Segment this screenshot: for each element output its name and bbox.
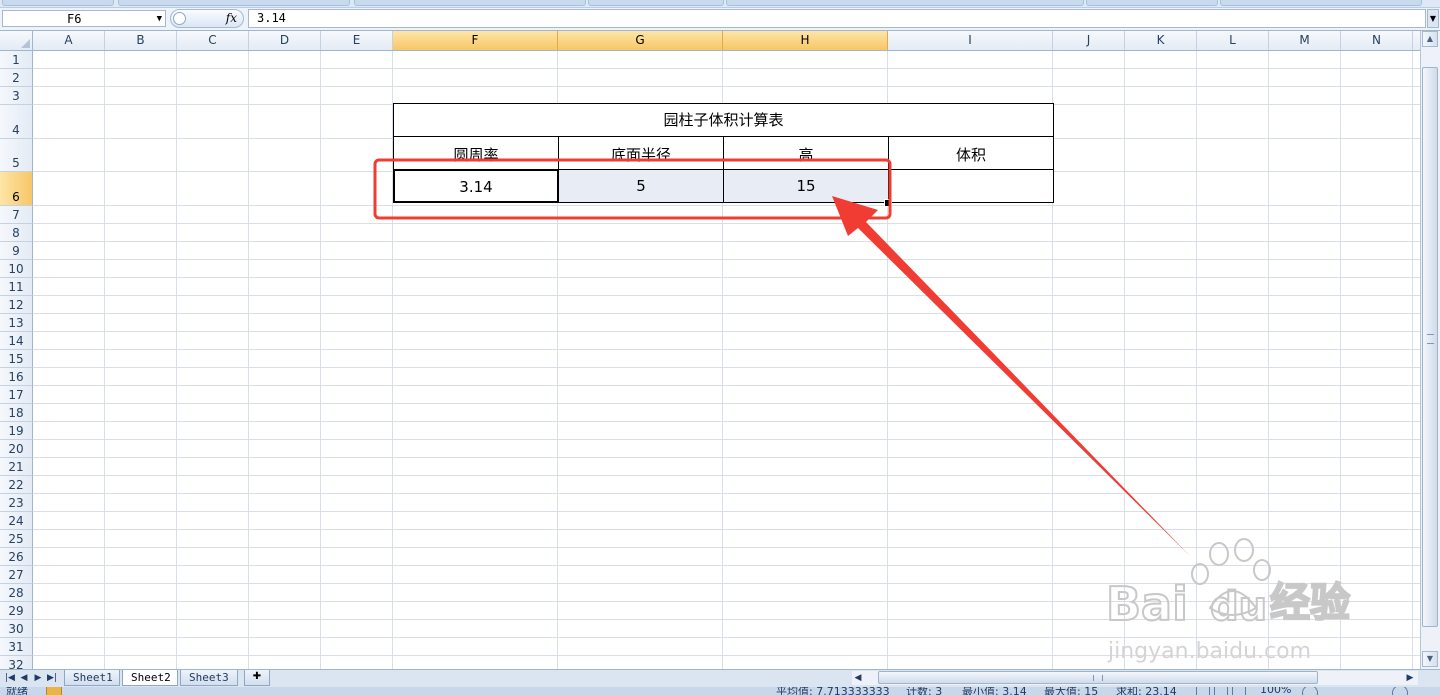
horizontal-scrollbar[interactable]: ◀ ▶ bbox=[852, 671, 1418, 685]
watermark-url: jingyan.baidu.com bbox=[1107, 639, 1311, 664]
page-layout-view-icon[interactable] bbox=[1214, 687, 1228, 695]
normal-view-icon[interactable] bbox=[1196, 687, 1210, 695]
status-min: 最小值: 3.14 bbox=[962, 687, 1027, 695]
insert-sheet-button[interactable]: ✚ bbox=[244, 670, 270, 686]
scroll-down-button[interactable]: ▼ bbox=[1422, 651, 1438, 667]
annotation-arrow bbox=[832, 196, 1190, 556]
sheet-tab-bar: |◀ ◀ ▶ ▶| Sheet1 Sheet2 Sheet3 ✚ ◀ ▶ bbox=[0, 669, 1440, 687]
grip-icon bbox=[1427, 334, 1434, 344]
last-sheet-icon[interactable]: ▶| bbox=[46, 672, 58, 684]
horizontal-scroll-thumb[interactable] bbox=[878, 671, 1318, 684]
status-count: 计数: 3 bbox=[906, 687, 943, 695]
next-sheet-icon[interactable]: ▶ bbox=[32, 672, 44, 684]
sheet-tab-sheet3[interactable]: Sheet3 bbox=[180, 670, 238, 686]
status-ready: 就绪 bbox=[6, 687, 28, 695]
status-bar: 就绪 平均值: 7.713333333 计数: 3 最小值: 3.14 最大值:… bbox=[0, 687, 1440, 695]
grip-icon bbox=[1093, 675, 1103, 681]
sheet-tab-sheet2[interactable]: Sheet2 bbox=[122, 670, 178, 686]
scroll-left-button[interactable]: ◀ bbox=[852, 672, 864, 684]
sheet-tab-sheet1[interactable]: Sheet1 bbox=[64, 670, 120, 686]
watermark-cn: 经验 bbox=[1270, 580, 1350, 626]
page-break-view-icon[interactable] bbox=[1232, 687, 1246, 695]
vertical-scrollbar[interactable]: ▲ ▼ bbox=[1420, 31, 1440, 669]
zoom-level[interactable]: 100% bbox=[1260, 687, 1291, 695]
vertical-scroll-thumb[interactable] bbox=[1422, 67, 1438, 627]
watermark-brand: Bai bbox=[1106, 577, 1188, 631]
watermark-brand-du: du bbox=[1210, 584, 1267, 630]
prev-sheet-icon[interactable]: ◀ bbox=[18, 672, 30, 684]
scroll-right-button[interactable]: ▶ bbox=[1404, 672, 1416, 684]
baidu-jingyan-watermark: Bai du 经验 jingyan.baidu.com bbox=[1105, 538, 1351, 664]
status-max: 最大值: 15 bbox=[1044, 687, 1099, 695]
first-sheet-icon[interactable]: |◀ bbox=[4, 672, 16, 684]
highlight-box bbox=[373, 158, 892, 220]
zoom-out-icon[interactable] bbox=[1302, 687, 1318, 695]
macro-record-icon[interactable] bbox=[46, 687, 62, 695]
status-sum: 求和: 23.14 bbox=[1116, 687, 1177, 695]
status-average: 平均值: 7.713333333 bbox=[776, 687, 890, 695]
scroll-up-button[interactable]: ▲ bbox=[1422, 31, 1438, 47]
zoom-in-icon[interactable] bbox=[1392, 687, 1408, 695]
